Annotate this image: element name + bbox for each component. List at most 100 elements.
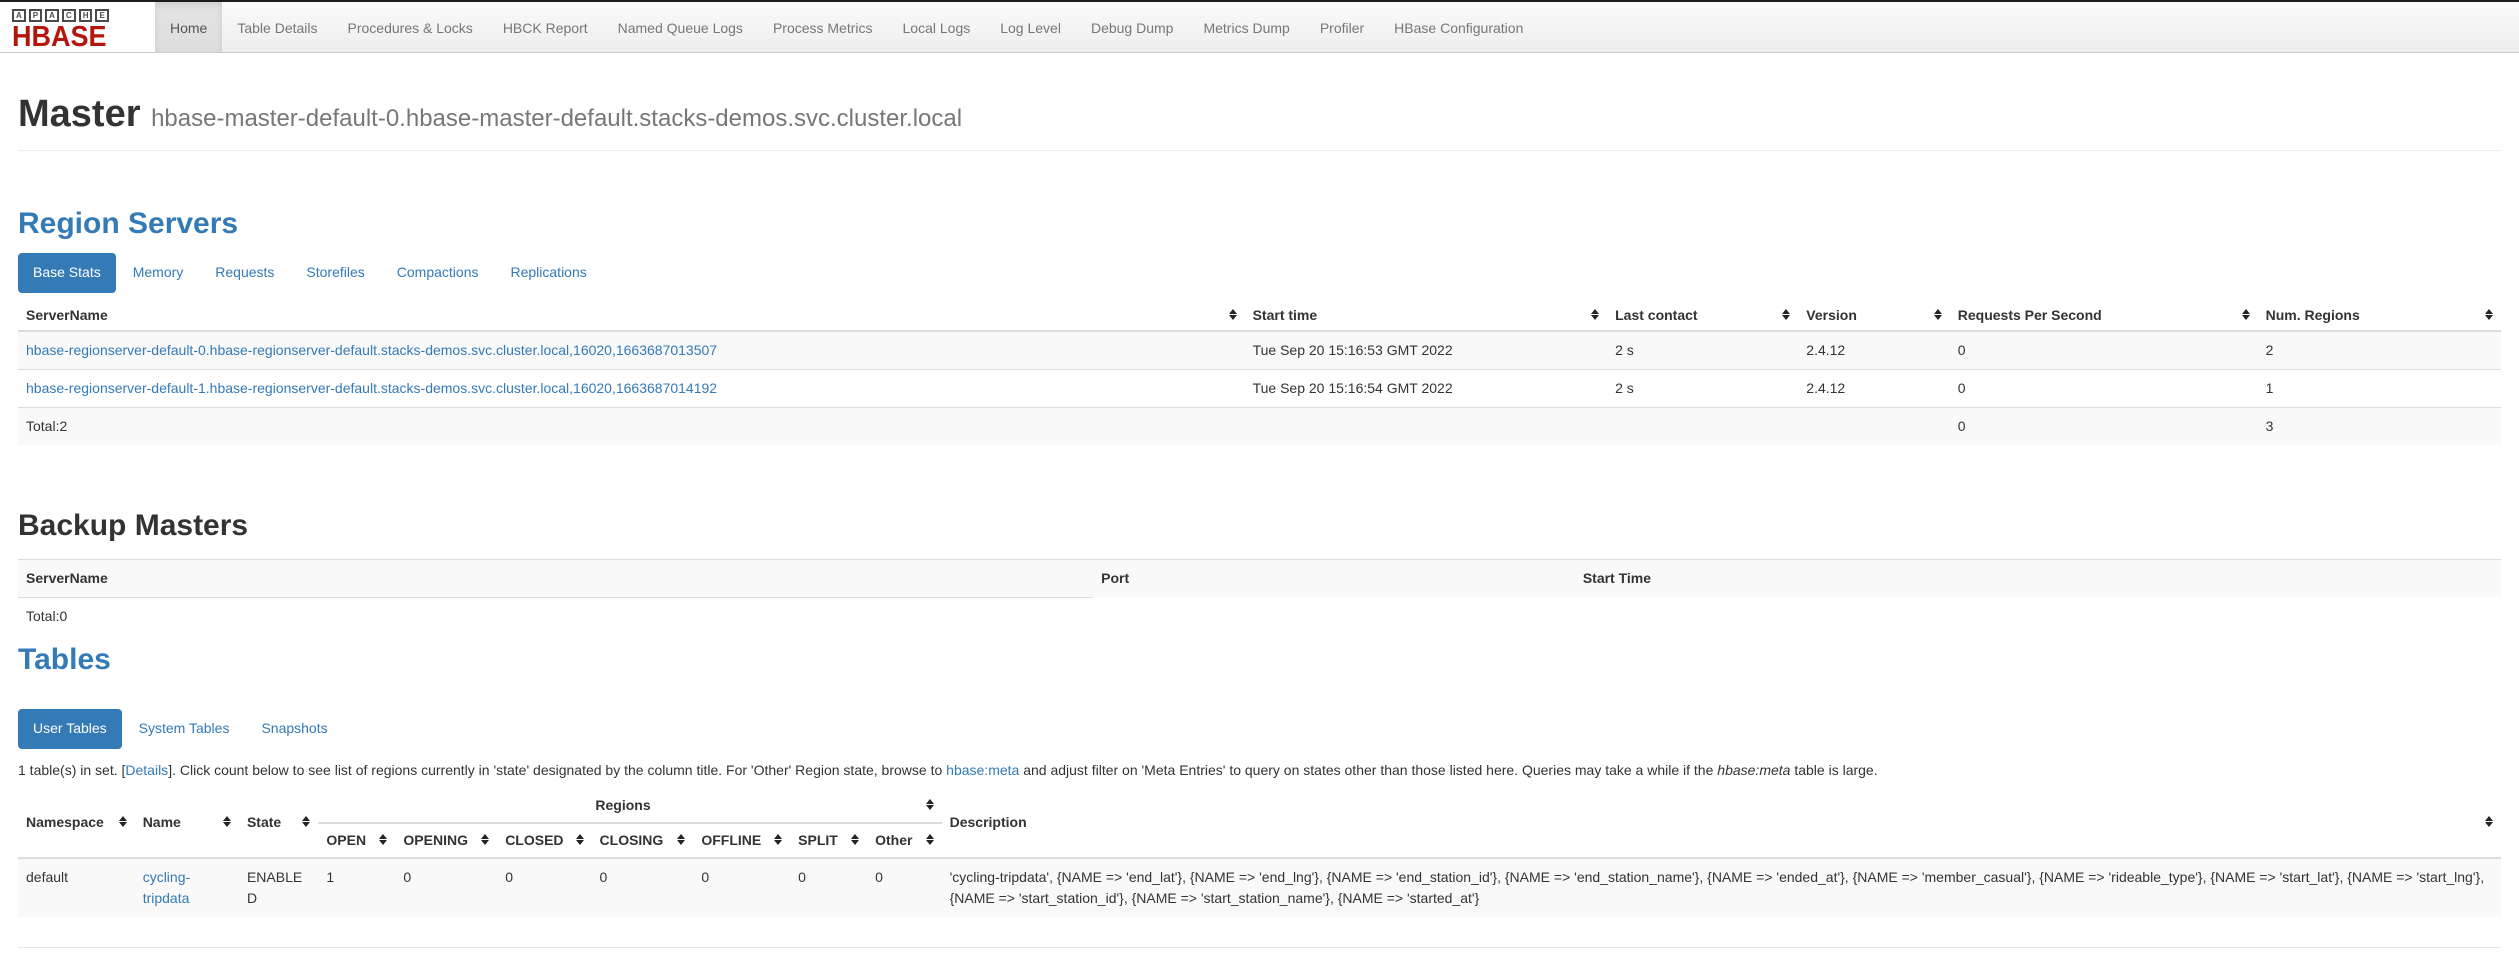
navbar-menu: Home Table Details Procedures & Locks HB… <box>155 2 1538 52</box>
nav-link-log-level[interactable]: Log Level <box>985 2 1076 52</box>
nav-link-table-details[interactable]: Table Details <box>222 2 332 52</box>
col-requests-per-second[interactable]: Requests Per Second <box>1950 301 2258 331</box>
sort-icon[interactable] <box>926 799 934 810</box>
hbase-logo[interactable]: APACHE HBASE <box>0 2 155 52</box>
col-num-regions-label: Num. Regions <box>2266 307 2360 323</box>
region-servers-table: ServerName Start time Last contact Versi… <box>18 301 2501 445</box>
tab-replications[interactable]: Replications <box>495 253 601 293</box>
table-name-link[interactable]: cycling-tripdata <box>143 869 190 906</box>
sort-icon[interactable] <box>2485 816 2493 827</box>
nav-item-procedures-locks[interactable]: Procedures & Locks <box>333 2 488 52</box>
nav-item-metrics-dump[interactable]: Metrics Dump <box>1188 2 1304 52</box>
col-description[interactable]: Description <box>942 789 2501 858</box>
nav-link-process-metrics[interactable]: Process Metrics <box>758 2 888 52</box>
hbase-meta-link[interactable]: hbase:meta <box>946 762 1019 778</box>
col-start-time[interactable]: Start time <box>1245 301 1608 331</box>
col-namespace[interactable]: Namespace <box>18 789 135 858</box>
col-open-label: OPEN <box>326 832 366 848</box>
sort-icon[interactable] <box>379 834 387 845</box>
tab-snapshots-link[interactable]: Snapshots <box>246 709 342 749</box>
nav-item-named-queue-logs[interactable]: Named Queue Logs <box>603 2 758 52</box>
col-state[interactable]: State <box>239 789 318 858</box>
nav-link-procedures-locks[interactable]: Procedures & Locks <box>333 2 488 52</box>
sort-icon[interactable] <box>1229 309 1237 320</box>
sort-icon[interactable] <box>1591 309 1599 320</box>
regionserver-link[interactable]: hbase-regionserver-default-0.hbase-regio… <box>26 342 717 358</box>
sort-icon[interactable] <box>774 834 782 845</box>
tables-header-row-top: Namespace Name State Regions Description <box>18 789 2501 823</box>
sort-icon[interactable] <box>481 834 489 845</box>
col-closing[interactable]: CLOSING <box>592 823 694 858</box>
col-open[interactable]: OPEN <box>318 823 395 858</box>
tab-user-tables-link[interactable]: User Tables <box>18 709 122 749</box>
sort-icon[interactable] <box>119 816 127 827</box>
total-row: Total:2 0 3 <box>18 407 2501 445</box>
user-tables-table: Namespace Name State Regions Description… <box>18 789 2501 917</box>
col-group-regions[interactable]: Regions <box>318 789 941 823</box>
col-split[interactable]: SPLIT <box>790 823 867 858</box>
tab-replications-link[interactable]: Replications <box>495 253 601 293</box>
col-offline[interactable]: OFFLINE <box>693 823 790 858</box>
nav-item-table-details[interactable]: Table Details <box>222 2 332 52</box>
tab-base-stats-link[interactable]: Base Stats <box>18 253 116 293</box>
col-opening[interactable]: OPENING <box>395 823 497 858</box>
closed-count-cell: 0 <box>497 858 591 917</box>
sort-icon[interactable] <box>926 834 934 845</box>
col-num-regions[interactable]: Num. Regions <box>2258 301 2501 331</box>
sort-icon[interactable] <box>2485 309 2493 320</box>
col-name[interactable]: Name <box>135 789 239 858</box>
col-last-contact[interactable]: Last contact <box>1607 301 1798 331</box>
tab-memory-link[interactable]: Memory <box>118 253 199 293</box>
sort-icon[interactable] <box>302 816 310 827</box>
tab-requests[interactable]: Requests <box>200 253 289 293</box>
sort-icon[interactable] <box>1782 309 1790 320</box>
tab-memory[interactable]: Memory <box>118 253 199 293</box>
top-navbar: APACHE HBASE Home Table Details Procedur… <box>0 0 2519 53</box>
tab-storefiles[interactable]: Storefiles <box>291 253 379 293</box>
tab-base-stats[interactable]: Base Stats <box>18 253 116 293</box>
nav-item-profiler[interactable]: Profiler <box>1305 2 1379 52</box>
regionserver-link[interactable]: hbase-regionserver-default-1.hbase-regio… <box>26 380 717 396</box>
nav-link-local-logs[interactable]: Local Logs <box>888 2 986 52</box>
sort-icon[interactable] <box>223 816 231 827</box>
tab-system-tables[interactable]: System Tables <box>124 709 245 749</box>
tab-compactions[interactable]: Compactions <box>382 253 494 293</box>
nav-link-hbck-report[interactable]: HBCK Report <box>488 2 603 52</box>
nav-link-profiler[interactable]: Profiler <box>1305 2 1379 52</box>
table-row: hbase-regionserver-default-1.hbase-regio… <box>18 369 2501 407</box>
nav-link-named-queue-logs[interactable]: Named Queue Logs <box>603 2 758 52</box>
tab-user-tables[interactable]: User Tables <box>18 709 122 749</box>
nav-link-debug-dump[interactable]: Debug Dump <box>1076 2 1189 52</box>
sort-icon[interactable] <box>677 834 685 845</box>
sort-icon[interactable] <box>576 834 584 845</box>
empty-cell <box>1245 407 1608 445</box>
col-closed[interactable]: CLOSED <box>497 823 591 858</box>
hbase-meta-italic: hbase:meta <box>1717 762 1790 778</box>
region-servers-heading: Region Servers <box>18 207 2501 241</box>
nav-link-home[interactable]: Home <box>155 2 222 52</box>
nav-item-hbck-report[interactable]: HBCK Report <box>488 2 603 52</box>
tab-compactions-link[interactable]: Compactions <box>382 253 494 293</box>
sort-icon[interactable] <box>851 834 859 845</box>
details-link[interactable]: Details <box>125 762 168 778</box>
nav-item-local-logs[interactable]: Local Logs <box>888 2 986 52</box>
nav-item-hbase-configuration[interactable]: HBase Configuration <box>1379 2 1538 52</box>
nav-link-hbase-configuration[interactable]: HBase Configuration <box>1379 2 1538 52</box>
col-version[interactable]: Version <box>1798 301 1949 331</box>
tab-requests-link[interactable]: Requests <box>200 253 289 293</box>
col-servername[interactable]: ServerName <box>18 301 1245 331</box>
nav-link-metrics-dump[interactable]: Metrics Dump <box>1188 2 1304 52</box>
tab-system-tables-link[interactable]: System Tables <box>124 709 245 749</box>
sort-icon[interactable] <box>1934 309 1942 320</box>
start-time-cell: Tue Sep 20 15:16:53 GMT 2022 <box>1245 331 1608 370</box>
col-other[interactable]: Other <box>867 823 941 858</box>
regionserver-name-cell: hbase-regionserver-default-1.hbase-regio… <box>18 369 1245 407</box>
tab-snapshots[interactable]: Snapshots <box>246 709 342 749</box>
sort-icon[interactable] <box>2242 309 2250 320</box>
nav-item-debug-dump[interactable]: Debug Dump <box>1076 2 1189 52</box>
page-title: Master hbase-master-default-0.hbase-mast… <box>18 93 2501 140</box>
tab-storefiles-link[interactable]: Storefiles <box>291 253 379 293</box>
nav-item-home[interactable]: Home <box>155 2 222 52</box>
nav-item-process-metrics[interactable]: Process Metrics <box>758 2 888 52</box>
nav-item-log-level[interactable]: Log Level <box>985 2 1076 52</box>
